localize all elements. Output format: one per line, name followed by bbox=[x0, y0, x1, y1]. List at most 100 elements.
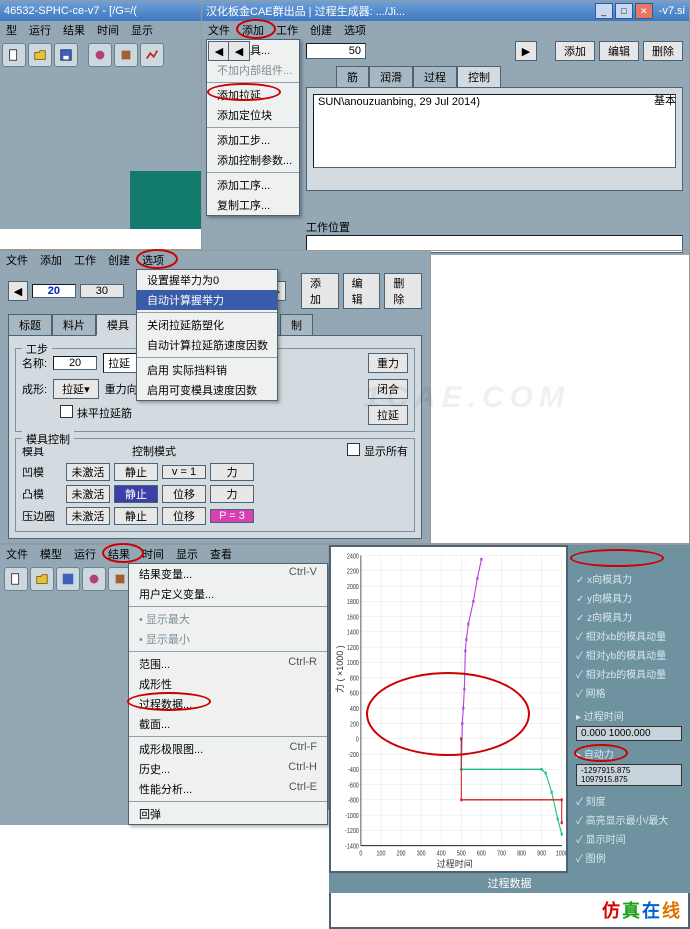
tool-ex3-icon[interactable] bbox=[140, 43, 164, 67]
min-button[interactable]: _ bbox=[595, 3, 613, 19]
nav-prev2-icon[interactable]: ◀ bbox=[228, 41, 250, 61]
dd-add-ctrl[interactable]: 添加控制参数... bbox=[207, 150, 299, 170]
opt-0[interactable]: 设置握举力为0 bbox=[137, 270, 277, 290]
p3-item-3[interactable]: 成形性 bbox=[129, 674, 327, 694]
row-d[interactable]: P = 3 bbox=[210, 509, 254, 523]
p2-grav-btn[interactable]: 重力 bbox=[368, 353, 408, 373]
p3-view[interactable]: 查看 bbox=[210, 546, 232, 562]
menu-time[interactable]: 时间 bbox=[97, 22, 119, 38]
p2-add-btn[interactable]: 添加 bbox=[301, 273, 339, 309]
dd-add-step[interactable]: 添加工步... bbox=[207, 130, 299, 150]
dd-add-draw[interactable]: 添加拉延... bbox=[217, 90, 270, 102]
row-b[interactable]: 静止 bbox=[114, 463, 158, 481]
p3-result[interactable]: 结果 bbox=[108, 549, 130, 561]
tab-3[interactable]: 润滑 bbox=[369, 66, 413, 88]
row-a[interactable]: 未激活 bbox=[66, 485, 110, 503]
pg-menu-file[interactable]: 文件 bbox=[208, 22, 230, 38]
p2-close-btn[interactable]: 闭合 bbox=[368, 379, 408, 399]
opt-1[interactable]: 自动计算握举力 bbox=[137, 290, 277, 310]
btn-edit[interactable]: 编辑 bbox=[599, 41, 639, 61]
opt-4[interactable]: 启用 实际挡料销 bbox=[137, 360, 277, 380]
dd-add-proc[interactable]: 添加工序... bbox=[207, 175, 299, 195]
p2-option[interactable]: 选项 bbox=[142, 255, 164, 267]
tool-new-icon[interactable] bbox=[2, 43, 26, 67]
btn-add[interactable]: 添加 bbox=[555, 41, 595, 61]
p3-t1-icon[interactable] bbox=[4, 567, 28, 591]
side-item[interactable]: ✓ y向模具力 bbox=[576, 588, 682, 607]
row-a[interactable]: 未激活 bbox=[66, 463, 110, 481]
p2-edit-btn[interactable]: 编辑 bbox=[343, 273, 381, 309]
p3-file[interactable]: 文件 bbox=[6, 546, 28, 562]
opt-5[interactable]: 启用可变模具速度因数 bbox=[137, 380, 277, 400]
side-bottom-item[interactable]: ✓ 刻度 bbox=[576, 791, 682, 810]
p3-time[interactable]: 时间 bbox=[142, 546, 164, 562]
p3-item-7[interactable]: 历史...Ctrl-H bbox=[129, 759, 327, 779]
p2-tab0[interactable]: 标题 bbox=[8, 314, 52, 336]
p3-model[interactable]: 模型 bbox=[40, 546, 62, 562]
pg-menu-work[interactable]: 工作 bbox=[276, 22, 298, 38]
pg-menu-create[interactable]: 创建 bbox=[310, 22, 332, 38]
max-button[interactable]: □ bbox=[615, 3, 633, 19]
p2-n2[interactable]: 30 bbox=[80, 284, 124, 298]
btn-del[interactable]: 删除 bbox=[643, 41, 683, 61]
opt-2[interactable]: 关闭拉延筋塑化 bbox=[137, 315, 277, 335]
row-b[interactable]: 静止 bbox=[114, 507, 158, 525]
side-item[interactable]: ✓ x向模具力 bbox=[576, 569, 682, 588]
row-c[interactable]: v = 1 bbox=[162, 465, 206, 479]
p3-item-0[interactable]: 结果变量...Ctrl-V bbox=[129, 564, 327, 584]
p2-cx-val[interactable]: 拉延 bbox=[62, 381, 84, 397]
nav-prev-icon[interactable]: ◀ bbox=[208, 41, 230, 61]
p3-t3-icon[interactable] bbox=[56, 567, 80, 591]
p2-n1[interactable]: 20 bbox=[32, 284, 76, 298]
opt-3[interactable]: 自动计算拉延筋速度因数 bbox=[137, 335, 277, 355]
row-c[interactable]: 位移 bbox=[162, 507, 206, 525]
p2-draw-btn[interactable]: 拉延 bbox=[368, 405, 408, 425]
dd-add-block[interactable]: 添加定位块 bbox=[207, 105, 299, 125]
side-item[interactable]: ✓ 网格 bbox=[576, 683, 682, 702]
p2-del-btn[interactable]: 删除 bbox=[384, 273, 422, 309]
p3-item-8[interactable]: 性能分析...Ctrl-E bbox=[129, 779, 327, 799]
p3-t2-icon[interactable] bbox=[30, 567, 54, 591]
pg-menu-option[interactable]: 选项 bbox=[344, 22, 366, 38]
p2-create[interactable]: 创建 bbox=[108, 252, 130, 268]
p3-item-5[interactable]: 截面... bbox=[129, 714, 327, 734]
row-a[interactable]: 未激活 bbox=[66, 507, 110, 525]
menu-model[interactable]: 型 bbox=[6, 22, 17, 38]
tab-5[interactable]: 控制 bbox=[457, 66, 501, 88]
row-d[interactable]: 力 bbox=[210, 485, 254, 503]
pg-menu-add[interactable]: 添加 bbox=[242, 25, 264, 37]
side-item[interactable]: ✓ z向模具力 bbox=[576, 607, 682, 626]
dd-copy-proc[interactable]: 复制工序... bbox=[207, 195, 299, 215]
side-item[interactable]: ✓ 相对zb的模具动量 bbox=[576, 664, 682, 683]
p2-name-val[interactable]: 20 bbox=[53, 356, 97, 370]
side-item[interactable]: ✓ 相对xb的模具动量 bbox=[576, 626, 682, 645]
p3-item-1[interactable]: 用户定义变量... bbox=[129, 584, 327, 604]
row-c[interactable]: 位移 bbox=[162, 485, 206, 503]
menu-display[interactable]: 显示 bbox=[131, 22, 153, 38]
p3-item-9[interactable]: 回弹 bbox=[129, 804, 327, 824]
p2-tab2[interactable]: 模具 bbox=[96, 314, 140, 336]
tool-open-icon[interactable] bbox=[28, 43, 52, 67]
flat-check[interactable] bbox=[60, 405, 73, 418]
nav-play-icon[interactable]: ▶ bbox=[515, 41, 537, 61]
p2-tab3[interactable]: 制 bbox=[280, 314, 313, 336]
p3-run[interactable]: 运行 bbox=[74, 546, 96, 562]
time-val[interactable]: 0.000 1000.000 bbox=[576, 726, 682, 741]
close-button[interactable]: ✕ bbox=[635, 3, 653, 19]
p3-item-2[interactable]: 范围...Ctrl-R bbox=[129, 654, 327, 674]
p2-tab1[interactable]: 料片 bbox=[52, 314, 96, 336]
row-b[interactable]: 静止 bbox=[114, 485, 158, 503]
tool-ex1-icon[interactable] bbox=[88, 43, 112, 67]
p3-item-6[interactable]: 成形极限图...Ctrl-F bbox=[129, 739, 327, 759]
p2-prev-icon[interactable]: ◀ bbox=[8, 281, 28, 301]
menu-run[interactable]: 运行 bbox=[29, 22, 51, 38]
p3-display[interactable]: 显示 bbox=[176, 546, 198, 562]
row-d[interactable]: 力 bbox=[210, 463, 254, 481]
p2-add[interactable]: 添加 bbox=[40, 252, 62, 268]
p2-file[interactable]: 文件 bbox=[6, 252, 28, 268]
p2-work[interactable]: 工作 bbox=[74, 252, 96, 268]
menu-result[interactable]: 结果 bbox=[63, 22, 85, 38]
tab-4[interactable]: 过程 bbox=[413, 66, 457, 88]
tool-ex2-icon[interactable] bbox=[114, 43, 138, 67]
side-bottom-item[interactable]: ✓ 图例 bbox=[576, 848, 682, 867]
